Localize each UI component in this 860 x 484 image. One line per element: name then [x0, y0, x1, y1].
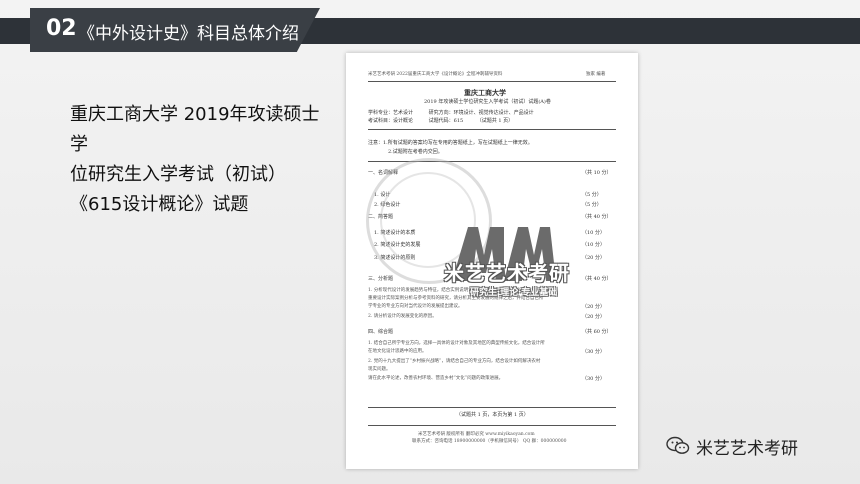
question-score: （10 分）: [582, 230, 605, 236]
section-score: （共 40 分）: [582, 214, 612, 220]
question-score: （5 分）: [582, 202, 602, 208]
bottom-rule: [368, 425, 616, 426]
paper-header-right: 独家 编著: [586, 72, 606, 77]
question-score: （5 分）: [582, 192, 602, 198]
question-paragraph: 2. 党的十九大提出了“乡村振兴战略”，请结合自己的专业方向，结合设计如何解决农…: [368, 359, 541, 364]
question-score: （10 分）: [582, 242, 605, 248]
intro-line: 重庆工商大学 2019年攻读硕士学: [70, 104, 320, 155]
section-number: 02: [46, 16, 77, 41]
paper-header-left: 米艺艺术考研 2022届重庆工商大学《设计概论》全程冲刺辅导资料: [368, 72, 503, 77]
exam-note: 2.试题附在考卷内交回。: [388, 149, 443, 155]
bottom-line: 米艺艺术考研 版权所有 翻印必究 www.miyikaoyan.com: [418, 432, 535, 437]
exam-note: 注意：1.所有试题的答案均写在专用的答题纸上，写在试题纸上一律无效。: [368, 140, 533, 146]
section-score: （共 10 分）: [582, 170, 612, 176]
question-score: （30 分）: [582, 349, 605, 355]
exam-subtitle: 2019 年攻读硕士学位研究生入学考试（初试）试题(A)卷: [424, 99, 551, 105]
intro-line: 《615设计概论》试题: [70, 194, 249, 215]
question-score: （20 分）: [582, 314, 605, 320]
intro-text: 重庆工商大学 2019年攻读硕士学 位研究生入学考试（初试） 《615设计概论》…: [70, 100, 330, 220]
question-paragraph: 1. 结合自己所学专业方向，选择一具体的设计对象及其地区的典型传统文化，结合设计…: [368, 341, 545, 346]
question-paragraph: 2. 请分析设计的发展变化的原因。: [368, 314, 437, 319]
question-paragraph: 现实问题。: [368, 367, 391, 372]
meta-row: 考试科目：设计概论 试题代码：615 （试题共 1 页）: [368, 118, 514, 124]
question-paragraph: 请在此水平论述，改善农村环境、营造乡村“文化”问题的政策进展。: [368, 376, 504, 381]
bottom-line: 联系方式：咨询电话 18900000000（手机微信同号） QQ 群：00000…: [412, 439, 567, 444]
section-score: （共 60 分）: [582, 329, 612, 335]
question-score: （20 分）: [582, 255, 605, 261]
header-rule: [368, 81, 616, 82]
footer-rule: [368, 407, 616, 408]
question-score: （20 分）: [582, 304, 605, 310]
university-name: 重庆工商大学: [464, 88, 506, 97]
question-score: （30 分）: [582, 376, 605, 382]
section-heading: 四、综合题: [368, 329, 394, 335]
question-paragraph: 在地文化设计思路中的应用。: [368, 349, 427, 354]
question-paragraph: 学专业的专业方向对当代设计的发展提出建议。: [368, 304, 463, 309]
section-heading: 三、分析题: [368, 276, 394, 282]
wechat-icon: [666, 436, 690, 454]
watermark-name: 米艺艺术考研: [444, 261, 570, 285]
section-score: （共 40 分）: [582, 276, 612, 282]
brand-name: 米艺艺术考研: [696, 439, 798, 459]
meta-rule: [368, 129, 616, 130]
meta-row: 学科专业：艺术设计 研究方向：环境设计、视觉传达设计、产品设计: [368, 110, 534, 116]
watermark-slogan: 研究生·理论·专业基础: [470, 288, 558, 298]
section-title: 《中外设计史》科目总体介绍: [78, 24, 299, 44]
intro-line: 位研究生入学考试（初试）: [70, 164, 286, 185]
page-footer: （试题共 1 页，本页为第 1 页）: [456, 412, 529, 418]
exam-paper: 米艺艺术考研 2022届重庆工商大学《设计概论》全程冲刺辅导资料 独家 编著 重…: [346, 53, 638, 469]
